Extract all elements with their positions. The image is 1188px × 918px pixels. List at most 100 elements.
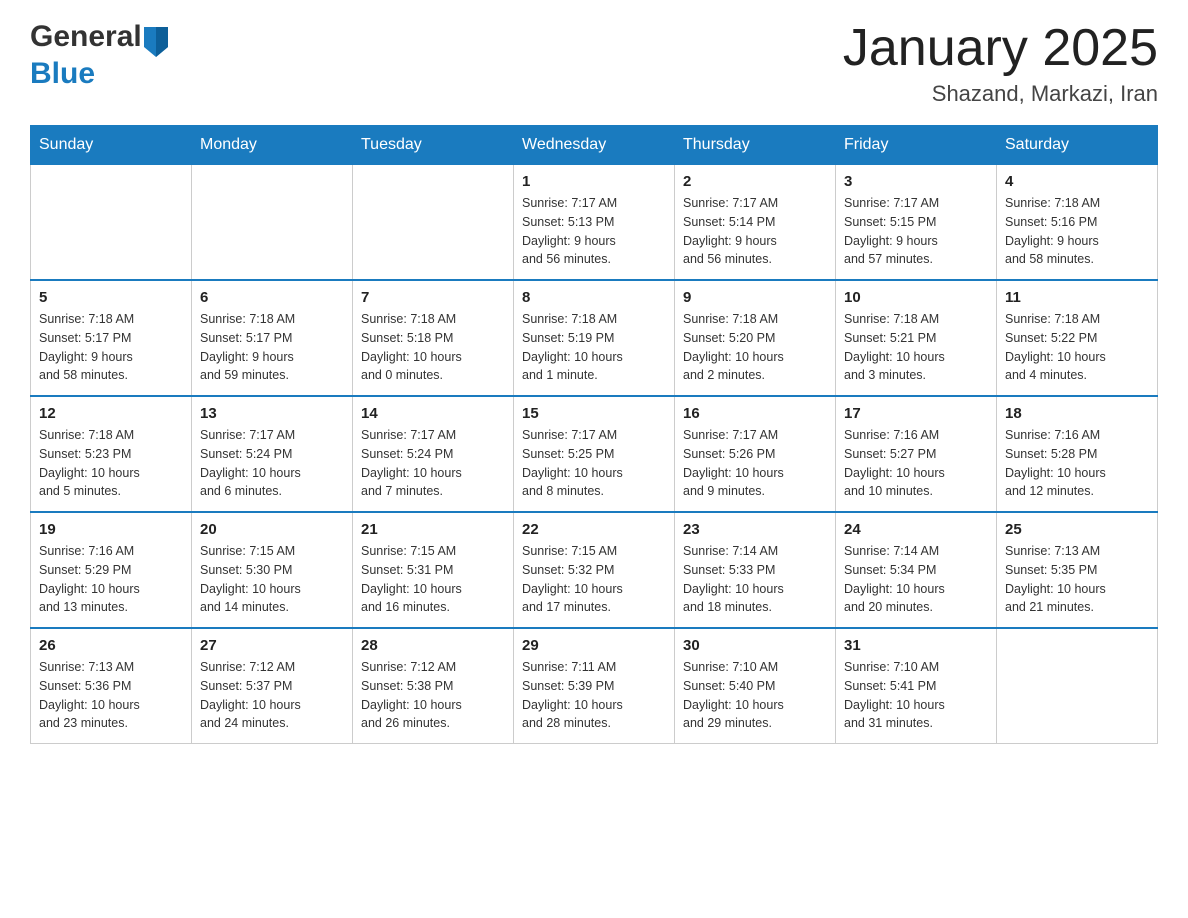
day-number: 19 (39, 521, 183, 538)
day-info: Sunrise: 7:18 AM Sunset: 5:16 PM Dayligh… (1005, 194, 1149, 269)
calendar-week-row: 19 Sunrise: 7:16 AM Sunset: 5:29 PM Dayli… (31, 512, 1158, 628)
day-info: Sunrise: 7:15 AM Sunset: 5:31 PM Dayligh… (361, 542, 505, 617)
day-number: 2 (683, 173, 827, 190)
day-number: 1 (522, 173, 666, 190)
day-info: Sunrise: 7:17 AM Sunset: 5:24 PM Dayligh… (361, 426, 505, 501)
calendar-cell: 2 Sunrise: 7:17 AM Sunset: 5:14 PM Daylig… (675, 165, 836, 281)
calendar-header-row: SundayMondayTuesdayWednesdayThursdayFrid… (31, 126, 1158, 165)
logo: General Blue (30, 20, 170, 91)
calendar-cell: 17 Sunrise: 7:16 AM Sunset: 5:27 PM Dayli… (836, 396, 997, 512)
calendar-cell: 30 Sunrise: 7:10 AM Sunset: 5:40 PM Dayli… (675, 628, 836, 744)
day-info: Sunrise: 7:17 AM Sunset: 5:13 PM Dayligh… (522, 194, 666, 269)
calendar-cell: 1 Sunrise: 7:17 AM Sunset: 5:13 PM Daylig… (514, 165, 675, 281)
day-info: Sunrise: 7:18 AM Sunset: 5:23 PM Dayligh… (39, 426, 183, 501)
logo-general: General (30, 20, 142, 53)
day-number: 17 (844, 405, 988, 422)
calendar-cell: 23 Sunrise: 7:14 AM Sunset: 5:33 PM Dayli… (675, 512, 836, 628)
day-number: 20 (200, 521, 344, 538)
calendar-cell: 28 Sunrise: 7:12 AM Sunset: 5:38 PM Dayli… (353, 628, 514, 744)
day-number: 16 (683, 405, 827, 422)
header-thursday: Thursday (675, 126, 836, 165)
day-number: 12 (39, 405, 183, 422)
day-info: Sunrise: 7:10 AM Sunset: 5:41 PM Dayligh… (844, 658, 988, 733)
calendar-cell: 8Sunrise: 7:18 AM Sunset: 5:19 PM Daylig… (514, 280, 675, 396)
day-info: Sunrise: 7:12 AM Sunset: 5:38 PM Dayligh… (361, 658, 505, 733)
calendar-cell: 4 Sunrise: 7:18 AM Sunset: 5:16 PM Daylig… (997, 165, 1158, 281)
day-number: 23 (683, 521, 827, 538)
calendar-cell: 3Sunrise: 7:17 AM Sunset: 5:15 PM Daylig… (836, 165, 997, 281)
day-info: Sunrise: 7:16 AM Sunset: 5:29 PM Dayligh… (39, 542, 183, 617)
calendar-cell (31, 165, 192, 281)
day-number: 18 (1005, 405, 1149, 422)
day-number: 8 (522, 289, 666, 306)
day-info: Sunrise: 7:11 AM Sunset: 5:39 PM Dayligh… (522, 658, 666, 733)
day-number: 21 (361, 521, 505, 538)
logo-icon (144, 27, 168, 57)
day-number: 29 (522, 637, 666, 654)
calendar-cell: 29 Sunrise: 7:11 AM Sunset: 5:39 PM Dayli… (514, 628, 675, 744)
calendar-cell: 19 Sunrise: 7:16 AM Sunset: 5:29 PM Dayli… (31, 512, 192, 628)
calendar-cell: 21 Sunrise: 7:15 AM Sunset: 5:31 PM Dayli… (353, 512, 514, 628)
day-info: Sunrise: 7:18 AM Sunset: 5:22 PM Dayligh… (1005, 310, 1149, 385)
calendar-week-row: 5Sunrise: 7:18 AM Sunset: 5:17 PM Daylig… (31, 280, 1158, 396)
calendar-title: January 2025 (843, 20, 1158, 77)
day-info: Sunrise: 7:13 AM Sunset: 5:36 PM Dayligh… (39, 658, 183, 733)
header-sunday: Sunday (31, 126, 192, 165)
calendar-cell: 11Sunrise: 7:18 AM Sunset: 5:22 PM Dayli… (997, 280, 1158, 396)
day-info: Sunrise: 7:17 AM Sunset: 5:14 PM Dayligh… (683, 194, 827, 269)
calendar-cell (997, 628, 1158, 744)
day-number: 3 (844, 173, 988, 190)
calendar-cell: 25Sunrise: 7:13 AM Sunset: 5:35 PM Dayli… (997, 512, 1158, 628)
calendar-cell: 14 Sunrise: 7:17 AM Sunset: 5:24 PM Dayli… (353, 396, 514, 512)
logo-blue: Blue (30, 57, 95, 90)
header-wednesday: Wednesday (514, 126, 675, 165)
calendar-week-row: 1 Sunrise: 7:17 AM Sunset: 5:13 PM Daylig… (31, 165, 1158, 281)
day-number: 13 (200, 405, 344, 422)
calendar-cell: 26 Sunrise: 7:13 AM Sunset: 5:36 PM Dayli… (31, 628, 192, 744)
header-monday: Monday (192, 126, 353, 165)
day-info: Sunrise: 7:18 AM Sunset: 5:20 PM Dayligh… (683, 310, 827, 385)
calendar-cell: 31Sunrise: 7:10 AM Sunset: 5:41 PM Dayli… (836, 628, 997, 744)
logo-text: General Blue (30, 20, 170, 91)
day-number: 14 (361, 405, 505, 422)
calendar-cell (192, 165, 353, 281)
day-number: 4 (1005, 173, 1149, 190)
day-info: Sunrise: 7:18 AM Sunset: 5:18 PM Dayligh… (361, 310, 505, 385)
calendar-week-row: 26 Sunrise: 7:13 AM Sunset: 5:36 PM Dayli… (31, 628, 1158, 744)
day-info: Sunrise: 7:13 AM Sunset: 5:35 PM Dayligh… (1005, 542, 1149, 617)
calendar-cell: 24Sunrise: 7:14 AM Sunset: 5:34 PM Dayli… (836, 512, 997, 628)
calendar-cell: 22 Sunrise: 7:15 AM Sunset: 5:32 PM Dayli… (514, 512, 675, 628)
day-info: Sunrise: 7:14 AM Sunset: 5:33 PM Dayligh… (683, 542, 827, 617)
calendar-cell: 7 Sunrise: 7:18 AM Sunset: 5:18 PM Daylig… (353, 280, 514, 396)
day-number: 26 (39, 637, 183, 654)
page-header: General Blue January 2025 Shazand, Marka… (30, 20, 1158, 107)
day-info: Sunrise: 7:14 AM Sunset: 5:34 PM Dayligh… (844, 542, 988, 617)
day-info: Sunrise: 7:18 AM Sunset: 5:21 PM Dayligh… (844, 310, 988, 385)
day-number: 27 (200, 637, 344, 654)
day-info: Sunrise: 7:16 AM Sunset: 5:27 PM Dayligh… (844, 426, 988, 501)
day-info: Sunrise: 7:10 AM Sunset: 5:40 PM Dayligh… (683, 658, 827, 733)
day-number: 6 (200, 289, 344, 306)
day-number: 15 (522, 405, 666, 422)
day-info: Sunrise: 7:15 AM Sunset: 5:32 PM Dayligh… (522, 542, 666, 617)
calendar-week-row: 12 Sunrise: 7:18 AM Sunset: 5:23 PM Dayli… (31, 396, 1158, 512)
day-number: 30 (683, 637, 827, 654)
calendar-cell: 10 Sunrise: 7:18 AM Sunset: 5:21 PM Dayli… (836, 280, 997, 396)
calendar-cell: 12 Sunrise: 7:18 AM Sunset: 5:23 PM Dayli… (31, 396, 192, 512)
header-tuesday: Tuesday (353, 126, 514, 165)
calendar-cell: 6Sunrise: 7:18 AM Sunset: 5:17 PM Daylig… (192, 280, 353, 396)
day-number: 22 (522, 521, 666, 538)
day-number: 28 (361, 637, 505, 654)
calendar-subtitle: Shazand, Markazi, Iran (843, 81, 1158, 107)
day-info: Sunrise: 7:16 AM Sunset: 5:28 PM Dayligh… (1005, 426, 1149, 501)
day-info: Sunrise: 7:12 AM Sunset: 5:37 PM Dayligh… (200, 658, 344, 733)
calendar-cell: 15Sunrise: 7:17 AM Sunset: 5:25 PM Dayli… (514, 396, 675, 512)
calendar-cell: 18 Sunrise: 7:16 AM Sunset: 5:28 PM Dayli… (997, 396, 1158, 512)
day-info: Sunrise: 7:17 AM Sunset: 5:26 PM Dayligh… (683, 426, 827, 501)
day-info: Sunrise: 7:15 AM Sunset: 5:30 PM Dayligh… (200, 542, 344, 617)
calendar-cell: 13Sunrise: 7:17 AM Sunset: 5:24 PM Dayli… (192, 396, 353, 512)
day-number: 7 (361, 289, 505, 306)
day-number: 10 (844, 289, 988, 306)
day-number: 9 (683, 289, 827, 306)
header-saturday: Saturday (997, 126, 1158, 165)
